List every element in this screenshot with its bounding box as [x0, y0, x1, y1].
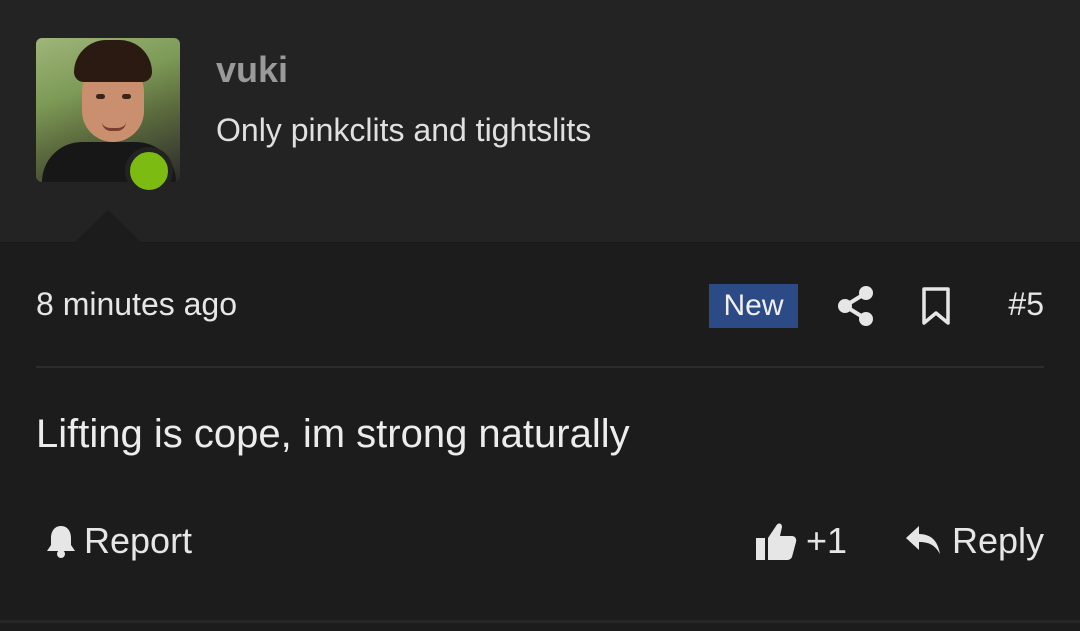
share-icon[interactable]	[836, 284, 876, 328]
user-info: vuki Only pinkclits and tightslits	[216, 48, 591, 150]
user-title: Only pinkclits and tightslits	[216, 112, 592, 148]
online-status-indicator	[125, 147, 173, 195]
like-button[interactable]: +1	[754, 520, 847, 562]
post-meta: 8 minutes ago New #5	[36, 280, 1044, 332]
bookmark-icon[interactable]	[920, 284, 952, 328]
avatar-eye-left	[96, 94, 105, 99]
header-divider	[0, 242, 1080, 243]
report-button[interactable]: Report	[36, 520, 192, 562]
username[interactable]: vuki	[216, 48, 591, 92]
reply-arrow-icon	[904, 524, 942, 558]
forum-post: vuki Only pinkclits and tightslits 8 min…	[0, 0, 1080, 631]
reply-label: Reply	[951, 520, 1044, 561]
user-header: vuki Only pinkclits and tightslits	[0, 0, 1080, 242]
bell-icon	[44, 523, 78, 559]
avatar-eye-right	[122, 94, 131, 99]
bottom-divider	[0, 620, 1080, 623]
thumbs-up-icon	[754, 520, 798, 562]
like-count: +1	[806, 520, 848, 561]
post-number-link[interactable]: #5	[1008, 286, 1044, 323]
avatar[interactable]	[36, 38, 180, 195]
report-label: Report	[84, 520, 193, 561]
reply-button[interactable]: Reply	[904, 520, 1044, 562]
new-badge: New	[709, 284, 798, 328]
message-caret	[74, 210, 142, 243]
post-actions: Report +1 Reply	[36, 520, 1044, 568]
meta-divider	[36, 366, 1044, 368]
post-timestamp[interactable]: 8 minutes ago	[36, 286, 237, 323]
avatar-hair	[74, 40, 152, 82]
post-body: Lifting is cope, im strong naturally	[36, 412, 630, 456]
